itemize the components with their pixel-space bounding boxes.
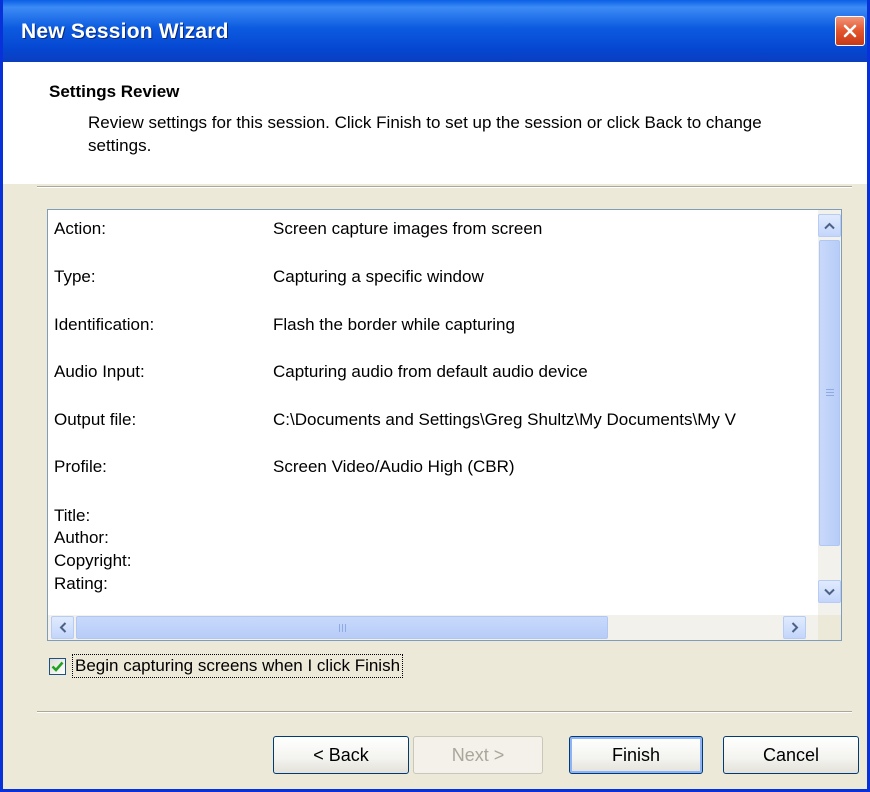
horizontal-scroll-thumb[interactable] <box>76 616 608 639</box>
horizontal-scrollbar[interactable] <box>48 615 818 640</box>
chevron-left-icon <box>59 622 66 633</box>
setting-value-action: Screen capture images from screen <box>273 219 543 238</box>
check-icon <box>51 661 64 672</box>
back-button[interactable]: < Back <box>273 736 409 774</box>
scroll-corner <box>818 615 841 640</box>
scroll-up-button[interactable] <box>818 214 841 237</box>
scroll-down-button[interactable] <box>818 580 841 603</box>
thumb-grip <box>826 389 834 397</box>
setting-label-output-file: Output file: <box>54 410 137 429</box>
setting-label-type: Type: <box>54 267 96 286</box>
settings-list-content: Action: Screen capture images from scree… <box>48 210 818 615</box>
footer-divider <box>37 711 852 713</box>
metadata-label-copyright: Copyright: <box>54 551 132 570</box>
chevron-up-icon <box>824 222 835 229</box>
settings-list[interactable]: Action: Screen capture images from scree… <box>47 209 842 641</box>
setting-value-identification: Flash the border while capturing <box>273 315 515 334</box>
page-description: Review settings for this session. Click … <box>88 113 762 155</box>
setting-label-audio-input: Audio Input: <box>54 362 145 381</box>
close-button[interactable] <box>835 16 865 46</box>
setting-value-output-file: C:\Documents and Settings\Greg Shultz\My… <box>273 410 736 429</box>
metadata-label-title: Title: <box>54 506 91 525</box>
setting-label-identification: Identification: <box>54 315 155 334</box>
thumb-grip <box>339 624 347 632</box>
page-title: Settings Review <box>49 82 180 101</box>
setting-label-action: Action: <box>54 219 106 238</box>
setting-value-profile: Screen Video/Audio High (CBR) <box>273 457 515 476</box>
vertical-scroll-thumb[interactable] <box>819 240 840 546</box>
begin-capture-label[interactable]: Begin capturing screens when I click Fin… <box>72 654 404 678</box>
chevron-right-icon <box>791 622 798 633</box>
finish-button[interactable]: Finish <box>569 736 703 774</box>
metadata-label-rating: Rating: <box>54 574 108 593</box>
header-divider <box>37 186 852 188</box>
begin-capture-checkbox[interactable] <box>49 657 66 675</box>
title-bar[interactable]: New Session Wizard <box>3 0 867 62</box>
setting-value-type: Capturing a specific window <box>273 267 484 286</box>
cancel-button[interactable]: Cancel <box>723 736 859 774</box>
scroll-left-button[interactable] <box>51 616 74 639</box>
close-icon <box>843 24 857 38</box>
vertical-scrollbar[interactable] <box>818 210 841 615</box>
begin-capture-option[interactable]: Begin capturing screens when I click Fin… <box>49 654 404 678</box>
next-button[interactable]: Next > <box>413 736 543 774</box>
wizard-window: New Session Wizard Settings Review Revie… <box>0 0 870 792</box>
chevron-down-icon <box>824 588 835 595</box>
wizard-header: Settings Review Review settings for this… <box>3 62 867 184</box>
window-title: New Session Wizard <box>21 20 229 43</box>
metadata-label-author: Author: <box>54 528 109 547</box>
scroll-right-button[interactable] <box>783 616 806 639</box>
setting-value-audio-input: Capturing audio from default audio devic… <box>273 362 588 381</box>
setting-label-profile: Profile: <box>54 457 107 476</box>
